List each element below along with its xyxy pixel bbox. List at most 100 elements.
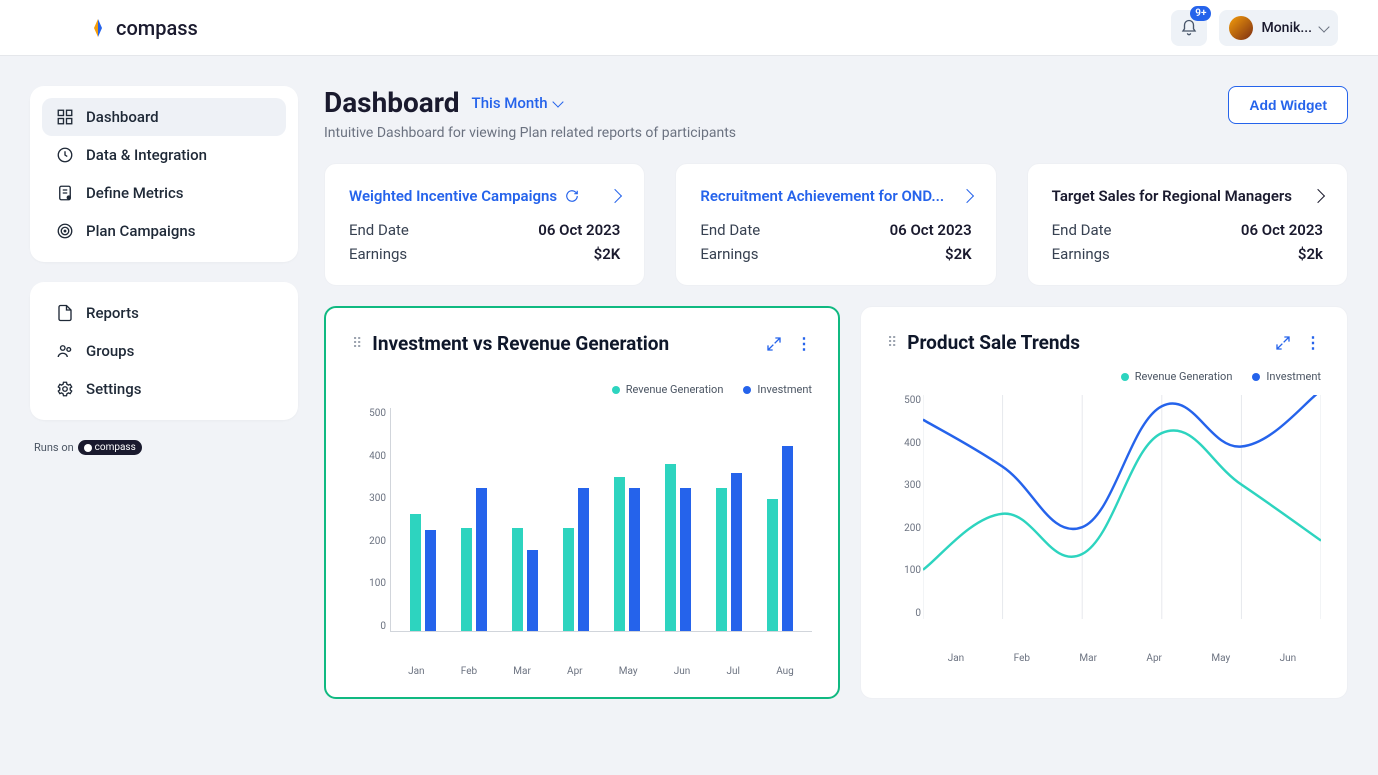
page-head: Dashboard This Month Intuitive Dashboard… xyxy=(324,86,1348,141)
line-chart: 5004003002001000 xyxy=(887,395,1321,645)
legend-dot-investment xyxy=(1252,373,1260,381)
sidebar-item-data-integration[interactable]: Data & Integration xyxy=(42,136,286,174)
profile-name: Monik... xyxy=(1261,20,1312,36)
legend-dot-revenue xyxy=(1121,373,1129,381)
charts-row: ⠿ Investment vs Revenue Generation ⋮ Rev… xyxy=(324,306,1348,699)
earnings-label: Earnings xyxy=(700,245,758,263)
card-title: Weighted Incentive Campaigns xyxy=(349,187,579,205)
end-date-label: End Date xyxy=(349,221,409,239)
chart-legend: Revenue Generation Investment xyxy=(887,370,1321,383)
bar-group xyxy=(410,514,436,631)
sidebar-item-plan-campaigns[interactable]: Plan Campaigns xyxy=(42,212,286,250)
card-title: Recruitment Achievement for OND... xyxy=(700,187,944,205)
end-date-value: 06 Oct 2023 xyxy=(890,221,972,239)
bar-group xyxy=(665,464,691,631)
data-icon xyxy=(56,146,74,164)
bar-group xyxy=(767,446,793,631)
line-series xyxy=(923,395,1321,529)
main: Dashboard This Month Intuitive Dashboard… xyxy=(324,86,1348,699)
bar-group xyxy=(563,488,589,631)
bar-revenue xyxy=(665,464,676,631)
sidebar-item-reports[interactable]: Reports xyxy=(42,294,286,332)
add-widget-button[interactable]: Add Widget xyxy=(1228,86,1348,124)
bar-investment xyxy=(629,488,640,631)
end-date-value: 06 Oct 2023 xyxy=(1241,221,1323,239)
brand-logo[interactable]: compass xyxy=(88,16,198,40)
bar-investment xyxy=(425,530,436,631)
line-series xyxy=(923,430,1321,569)
earnings-label: Earnings xyxy=(1052,245,1110,263)
end-date-label: End Date xyxy=(1052,221,1112,239)
expand-icon[interactable] xyxy=(1275,335,1291,351)
nav-label: Plan Campaigns xyxy=(86,222,195,240)
bar-investment xyxy=(476,488,487,631)
sidebar-item-settings[interactable]: Settings xyxy=(42,370,286,408)
reports-icon xyxy=(56,304,74,322)
legend-dot-investment xyxy=(743,386,751,394)
summary-card[interactable]: Weighted Incentive Campaigns End Date 06 … xyxy=(324,163,645,286)
runs-on-label: Runs on compass xyxy=(30,440,298,455)
card-title: Target Sales for Regional Managers xyxy=(1052,187,1292,205)
bar-group xyxy=(461,488,487,631)
expand-icon[interactable] xyxy=(766,336,782,352)
bar-revenue xyxy=(410,514,421,631)
earnings-value: $2k xyxy=(1298,245,1323,263)
summary-card[interactable]: Recruitment Achievement for OND... End D… xyxy=(675,163,996,286)
sidebar-group-main: Dashboard Data & Integration Define Metric… xyxy=(30,86,298,262)
bar-investment xyxy=(527,550,538,631)
topbar-right: 9+ Monik... xyxy=(1171,10,1338,46)
drag-handle-icon[interactable]: ⠿ xyxy=(887,335,895,351)
compass-icon xyxy=(88,18,108,38)
notifications-button[interactable]: 9+ xyxy=(1171,10,1207,46)
summary-cards: Weighted Incentive Campaigns End Date 06 … xyxy=(324,163,1348,286)
arrow-right-icon[interactable] xyxy=(962,186,972,205)
summary-card[interactable]: Target Sales for Regional Managers End D… xyxy=(1027,163,1348,286)
groups-icon xyxy=(56,342,74,360)
bar-group xyxy=(614,477,640,631)
notification-badge: 9+ xyxy=(1190,6,1211,21)
nav-label: Define Metrics xyxy=(86,184,184,202)
bar-investment xyxy=(680,488,691,631)
drag-handle-icon[interactable]: ⠿ xyxy=(352,336,360,352)
chevron-down-icon xyxy=(1318,21,1329,32)
sidebar-item-dashboard[interactable]: Dashboard xyxy=(42,98,286,136)
end-date-value: 06 Oct 2023 xyxy=(538,221,620,239)
brand-name: compass xyxy=(116,16,198,40)
arrow-right-icon[interactable] xyxy=(1313,186,1323,205)
bar-investment xyxy=(578,488,589,631)
chart-product-sale-trends[interactable]: ⠿ Product Sale Trends ⋮ Revenue Generati… xyxy=(860,306,1348,699)
chart-legend: Revenue Generation Investment xyxy=(352,383,812,396)
chart-investment-vs-revenue[interactable]: ⠿ Investment vs Revenue Generation ⋮ Rev… xyxy=(324,306,840,699)
nav-label: Reports xyxy=(86,304,139,322)
runs-on-badge: compass xyxy=(78,440,142,455)
bar-investment xyxy=(782,446,793,631)
period-selector[interactable]: This Month xyxy=(472,94,562,112)
arrow-right-icon[interactable] xyxy=(610,186,620,205)
chevron-down-icon xyxy=(552,96,563,107)
chart-title: Product Sale Trends xyxy=(907,331,1080,354)
nav-label: Dashboard xyxy=(86,108,159,126)
target-icon xyxy=(56,222,74,240)
page-subtitle: Intuitive Dashboard for viewing Plan rel… xyxy=(324,125,736,141)
avatar xyxy=(1229,16,1253,40)
profile-menu[interactable]: Monik... xyxy=(1219,10,1338,46)
bar-revenue xyxy=(716,488,727,631)
sidebar: Dashboard Data & Integration Define Metric… xyxy=(30,86,298,699)
bar-revenue xyxy=(614,477,625,631)
topbar: compass 9+ Monik... xyxy=(0,0,1378,56)
nav-label: Settings xyxy=(86,380,142,398)
bar-revenue xyxy=(461,528,472,631)
dashboard-icon xyxy=(56,108,74,126)
bar-group xyxy=(716,473,742,631)
more-icon[interactable]: ⋮ xyxy=(1305,333,1321,352)
earnings-value: $2K xyxy=(594,245,621,263)
more-icon[interactable]: ⋮ xyxy=(796,334,812,353)
bar-investment xyxy=(731,473,742,631)
legend-dot-revenue xyxy=(612,386,620,394)
sidebar-item-define-metrics[interactable]: Define Metrics xyxy=(42,174,286,212)
sidebar-group-secondary: Reports Groups Settings xyxy=(30,282,298,420)
earnings-label: Earnings xyxy=(349,245,407,263)
sidebar-item-groups[interactable]: Groups xyxy=(42,332,286,370)
nav-label: Groups xyxy=(86,342,134,360)
metrics-icon xyxy=(56,184,74,202)
